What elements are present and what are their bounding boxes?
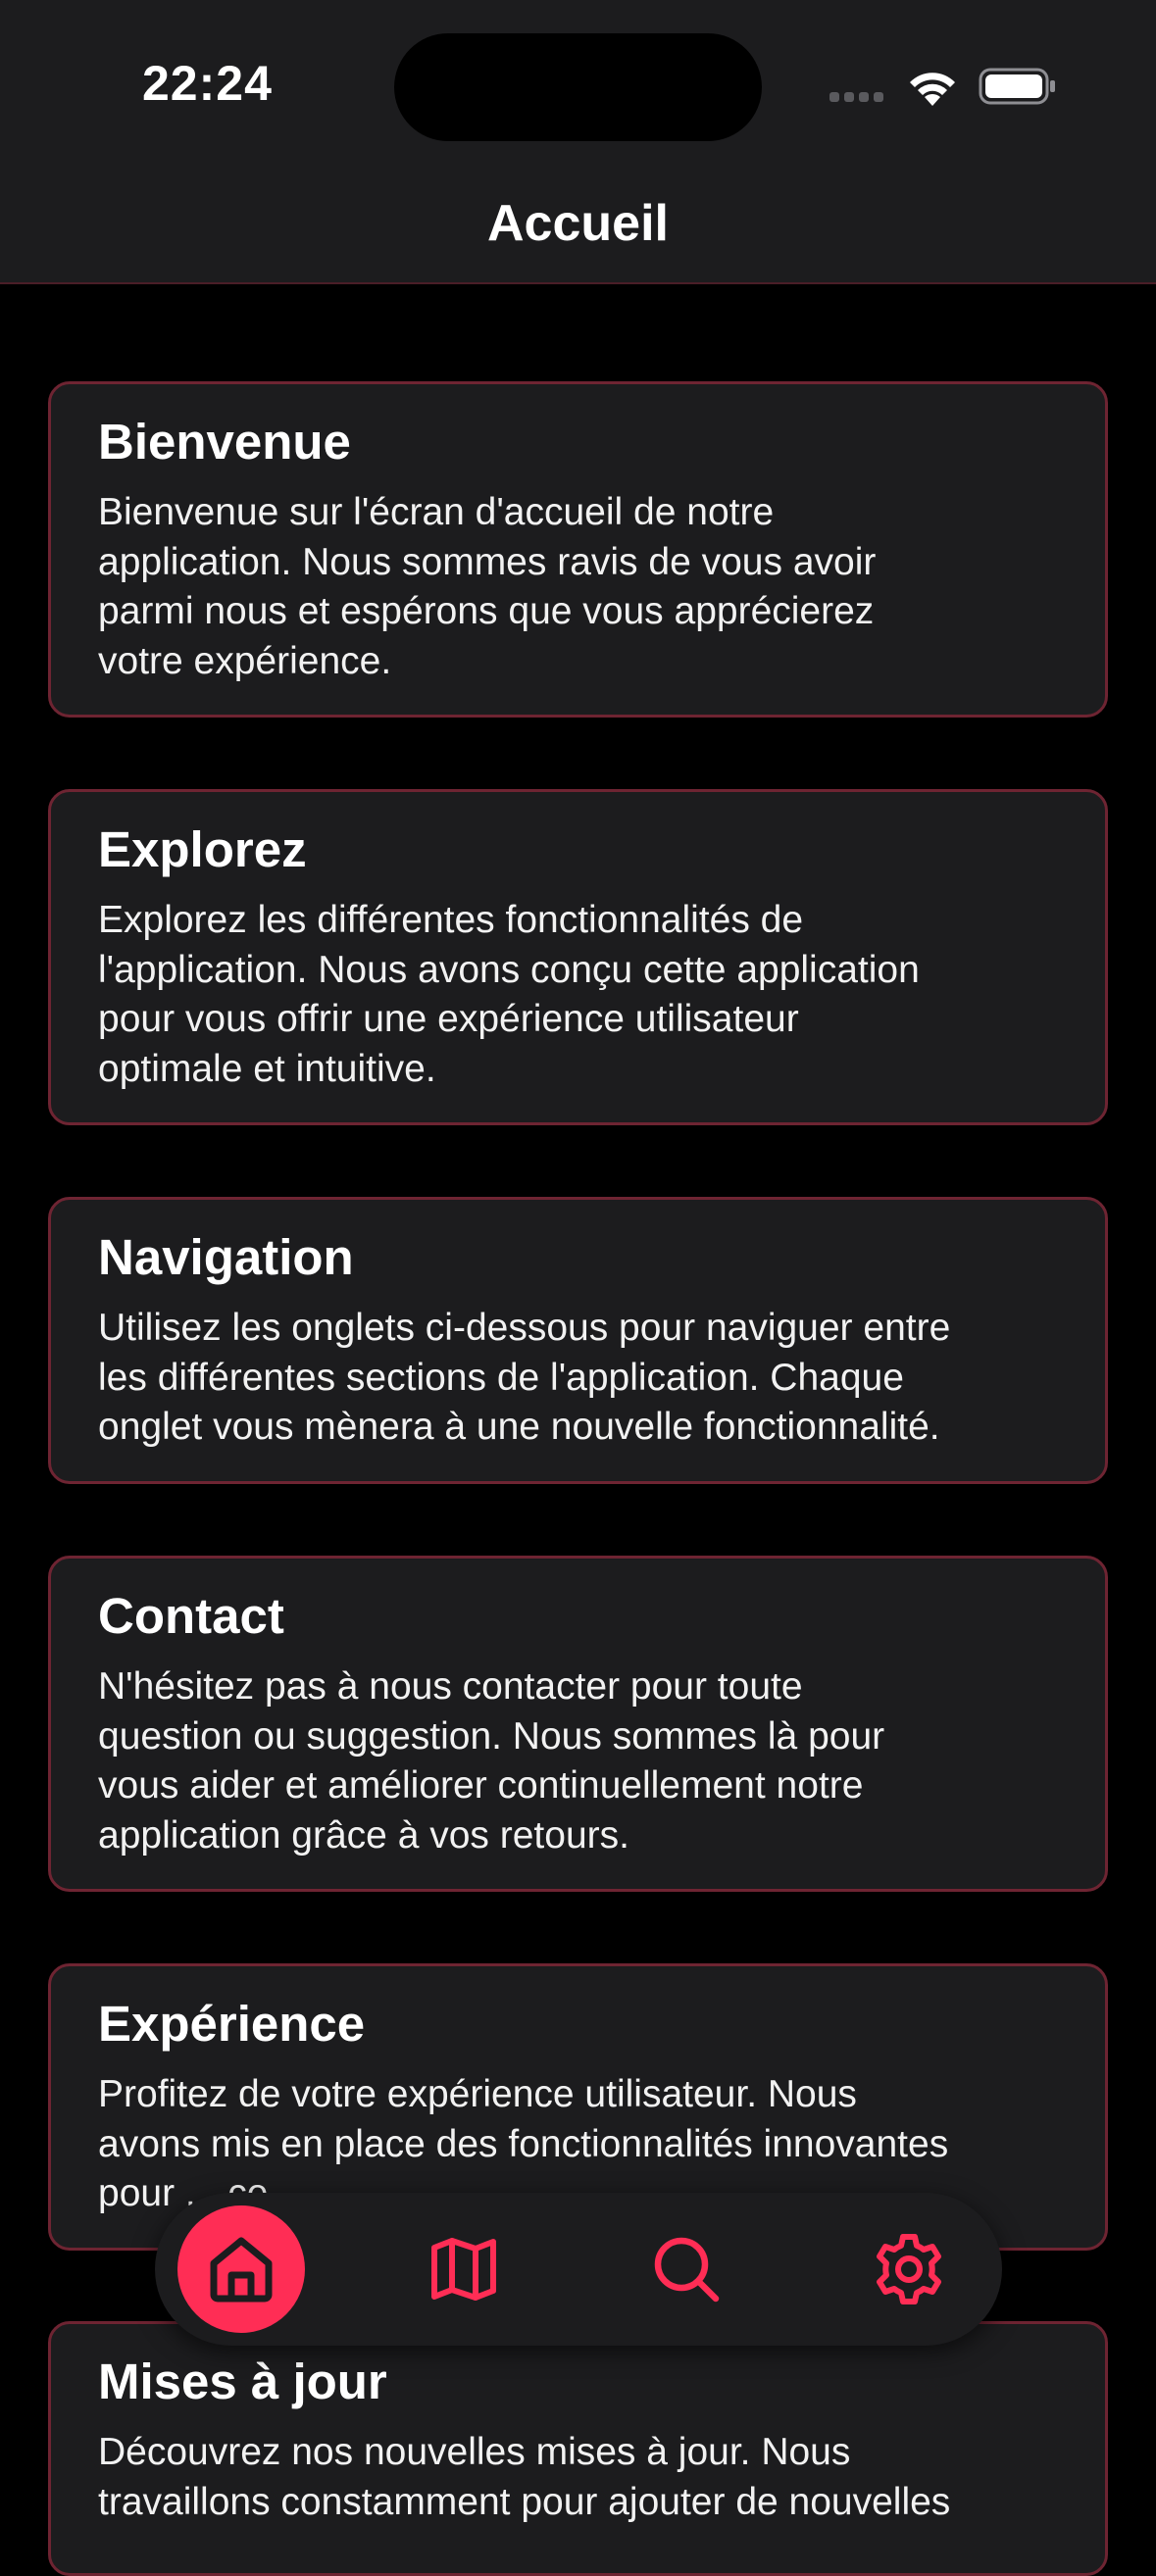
card-explorez: Explorez Explorez les différentes foncti… <box>48 789 1108 1125</box>
gear-icon <box>877 2234 941 2304</box>
card-contact: Contact N'hésitez pas à nous contacter p… <box>48 1556 1108 1892</box>
card-mises-a-jour: Mises à jour Découvrez nos nouvelles mis… <box>48 2321 1108 2576</box>
card-title: Expérience <box>98 1996 366 2052</box>
status-bar: 22:24 <box>0 0 1156 176</box>
wifi-icon <box>910 73 955 106</box>
card-title: Contact <box>98 1588 284 1644</box>
card-title: Bienvenue <box>98 414 351 470</box>
card-title: Mises à jour <box>98 2353 387 2409</box>
tab-map[interactable] <box>400 2205 528 2333</box>
card-body: Utilisez les onglets ci-dessous pour nav… <box>98 1307 951 1448</box>
tab-bar <box>155 2193 1002 2346</box>
search-icon <box>654 2237 720 2303</box>
card-bienvenue: Bienvenue Bienvenue sur l'écran d'accuei… <box>48 381 1108 718</box>
status-time: 22:24 <box>142 56 273 111</box>
map-icon <box>431 2238 496 2301</box>
cellular-signal-icon <box>829 92 883 102</box>
card-title: Navigation <box>98 1229 354 1285</box>
card-body: N'hésitez pas à nous contacter pour tout… <box>98 1665 885 1857</box>
home-icon <box>210 2237 273 2303</box>
navigation-bar: Accueil <box>0 176 1156 284</box>
card-body: Bienvenue sur l'écran d'accueil de notre… <box>98 491 877 682</box>
card-navigation: Navigation Utilisez les onglets ci-desso… <box>48 1197 1108 1484</box>
card-body: Découvrez nos nouvelles mises à jour. No… <box>98 2431 951 2523</box>
page-title: Accueil <box>487 195 669 252</box>
tab-settings[interactable] <box>845 2205 973 2333</box>
battery-icon <box>979 68 1055 105</box>
tab-home[interactable] <box>177 2205 305 2333</box>
card-body: Explorez les différentes fonctionnalités… <box>98 899 920 1090</box>
card-title: Explorez <box>98 821 307 877</box>
tab-search[interactable] <box>623 2205 750 2333</box>
dynamic-island <box>394 33 762 141</box>
